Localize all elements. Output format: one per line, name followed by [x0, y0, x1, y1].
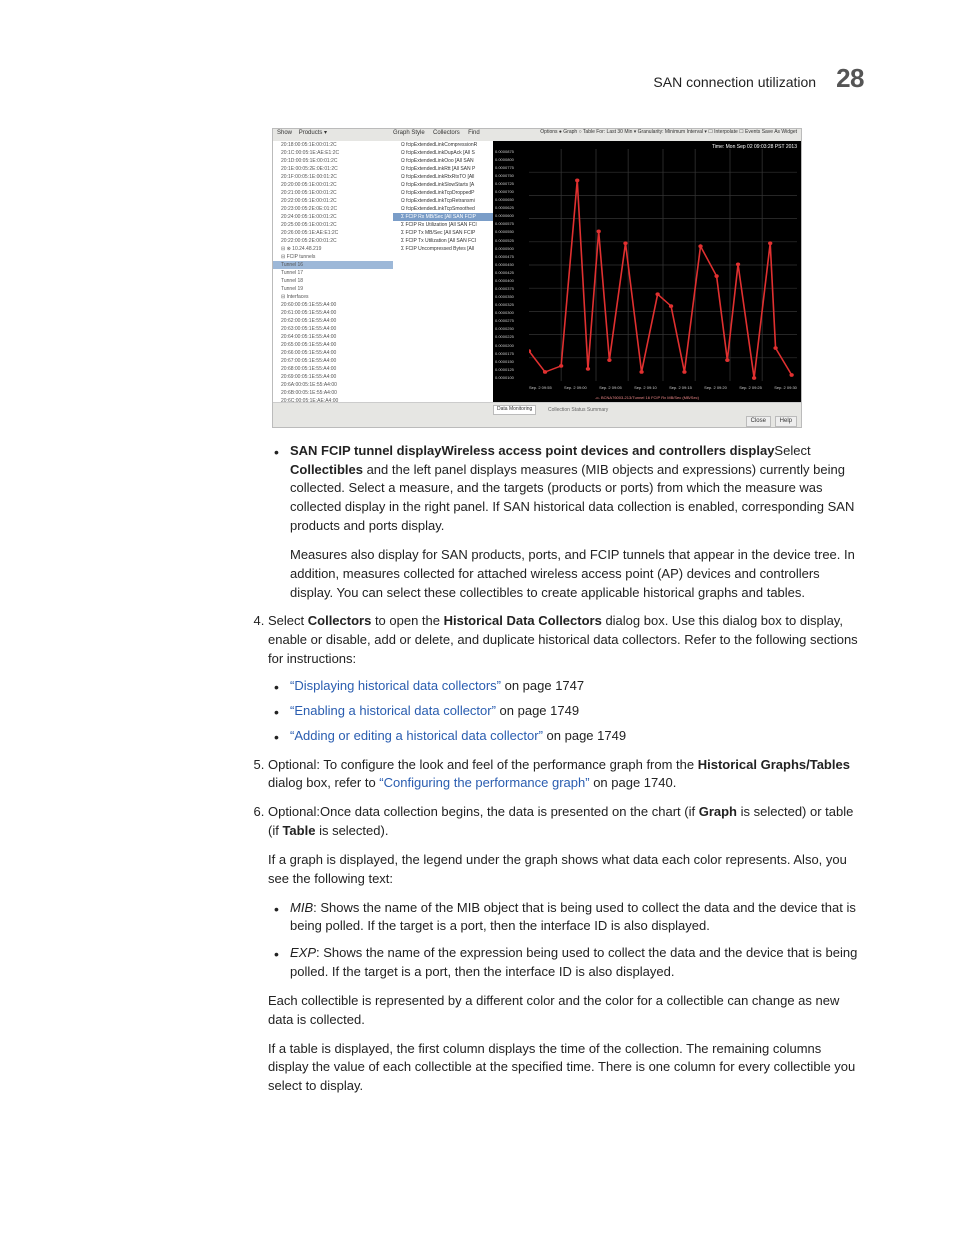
tree-item[interactable]: 20:60:00:05:1E:55:A4:00 — [273, 301, 393, 309]
collectible-item[interactable]: Ω fcipExtendedLinkOoo [All SAN — [393, 157, 493, 165]
tree-item[interactable]: ⊟ Interfaces — [273, 293, 393, 301]
step-5: Optional: To configure the look and feel… — [268, 756, 864, 794]
dashboard-screenshot: Show Products ▾ Graph Style Collectors F… — [272, 128, 802, 428]
help-button[interactable]: Help — [775, 416, 797, 427]
tree-item[interactable]: ⊟ FCIP tunnels — [273, 253, 393, 261]
tree-item[interactable]: 20:61:00:05:1E:55:A4:00 — [273, 309, 393, 317]
mib-note: MIB: Shows the name of the MIB object th… — [268, 899, 864, 937]
tree-item[interactable]: 20:68:00:05:1E:55:A4:00 — [273, 365, 393, 373]
tree-item[interactable]: 20:6B:00:05:1E:55:A4:00 — [273, 389, 393, 397]
tree-item[interactable]: 20:22:00:05:1E:00:01:2C — [273, 197, 393, 205]
graph-style-button[interactable]: Graph Style — [393, 130, 425, 136]
tab-collection-status[interactable]: Collection Status Summary — [545, 407, 611, 414]
tree-item[interactable]: 20:66:00:05:1E:55:A4:00 — [273, 349, 393, 357]
tree-item[interactable]: 20:63:00:05:1E:55:A4:00 — [273, 325, 393, 333]
tree-item[interactable]: 20:1D:00:05:1E:00:01:2C — [273, 157, 393, 165]
collectible-item[interactable]: Σ FCIP Rx Utilization [All SAN FCI — [393, 221, 493, 229]
tree-item[interactable]: Tunnel 17 — [273, 269, 393, 277]
tree-item[interactable]: 20:20:00:05:1E:00:01:2C — [273, 181, 393, 189]
collectible-item[interactable]: Ω fcipExtendedLinkRtt [All SAN P — [393, 165, 493, 173]
collectible-item[interactable]: Ω fcipExtendedLinkCompressionR — [393, 141, 493, 149]
tree-item[interactable]: 20:65:00:05:1E:55:A4:00 — [273, 341, 393, 349]
tree-item[interactable]: ⊟ ⊗ 10.24.48.219 — [273, 245, 393, 253]
collectible-item[interactable]: Σ FCIP Uncompressed Bytes [All — [393, 245, 493, 253]
link-adding: “Adding or editing a historical data col… — [268, 727, 864, 746]
tree-item[interactable]: 20:21:00:05:1E:00:01:2C — [273, 189, 393, 197]
tree-item[interactable]: 20:69:00:05:1E:55:A4:00 — [273, 373, 393, 381]
page-number: 28 — [836, 60, 864, 98]
page-header-title: SAN connection utilization — [653, 72, 816, 92]
table-note: If a table is displayed, the first colum… — [268, 1040, 864, 1097]
graph-legend-note: If a graph is displayed, the legend unde… — [268, 851, 864, 889]
tree-item[interactable]: Tunnel 18 — [273, 277, 393, 285]
tree-item[interactable]: 20:6A:00:05:1E:55:A4:00 — [273, 381, 393, 389]
tree-item[interactable]: Tunnel 19 — [273, 285, 393, 293]
tab-data-monitoring[interactable]: Data Monitoring — [493, 405, 536, 414]
show-label: Show — [277, 130, 292, 136]
display-types-bullet: SAN FCIP tunnel displayWireless access p… — [268, 442, 864, 603]
collectible-item[interactable]: Σ FCIP Tx Utilization [All SAN FCI — [393, 237, 493, 245]
collectible-item[interactable]: Ω fcipExtendedLinkTcpRetransmi — [393, 197, 493, 205]
performance-chart: Time: Mon Sep 02 09:03:28 PST 2013 0.000… — [493, 141, 801, 403]
measures-note: Measures also display for SAN products, … — [290, 546, 864, 603]
collectible-item[interactable]: Ω fcipExtendedLinkSlowStarts [A — [393, 181, 493, 189]
collectible-item[interactable]: Ω fcipExtendedLinkDupAck [All S — [393, 149, 493, 157]
tree-item[interactable]: 20:22:00:05:2E:00:01:2C — [273, 237, 393, 245]
chart-legend: -o- BCNA76003-213/Tunnel 16 FCIP Rx MB/S… — [595, 395, 699, 401]
tree-item[interactable]: 20:18:00:05:1E:00:01:2C — [273, 141, 393, 149]
tree-item[interactable]: 20:67:00:05:1E:55:A4:00 — [273, 357, 393, 365]
close-button[interactable]: Close — [746, 416, 771, 427]
tree-item[interactable]: 20:1C:00:05:1E:AE:E1:2C — [273, 149, 393, 157]
find-button[interactable]: Find — [468, 130, 480, 136]
products-dropdown[interactable]: Products — [299, 130, 323, 136]
tree-item[interactable]: 20:64:00:05:1E:55:A4:00 — [273, 333, 393, 341]
tree-item[interactable]: 20:23:00:05:2E:0E:01:2C — [273, 205, 393, 213]
tree-item[interactable]: 20:1F:00:05:1E:00:01:2C — [273, 173, 393, 181]
link-displaying: “Displaying historical data collectors” … — [268, 677, 864, 696]
tree-item[interactable]: Tunnel 16 — [273, 261, 393, 269]
collectibles-list[interactable]: Ω fcipExtendedLinkCompressionRΩ fcipExte… — [393, 141, 494, 403]
color-note: Each collectible is represented by a dif… — [268, 992, 864, 1030]
step-4: Select Collectors to open the Historical… — [268, 612, 864, 745]
tree-item[interactable]: 20:26:00:05:1E:AE:E1:2C — [273, 229, 393, 237]
collectible-item[interactable]: Σ FCIP Rx MB/Sec [All SAN FCIP — [393, 213, 493, 221]
step-6: Optional:Once data collection begins, th… — [268, 803, 864, 1096]
exp-note: EXP: Shows the name of the expression be… — [268, 944, 864, 982]
collectible-item[interactable]: Ω fcipExtendedLinkTcpSmoothed — [393, 205, 493, 213]
collectible-item[interactable]: Σ FCIP Tx MB/Sec [All SAN FCIP — [393, 229, 493, 237]
link-enabling: “Enabling a historical data collector” o… — [268, 702, 864, 721]
collectible-item[interactable]: Ω fcipExtendedLinkRtxRtxTO [All — [393, 173, 493, 181]
tree-item[interactable]: 20:62:00:05:1E:55:A4:00 — [273, 317, 393, 325]
collectible-item[interactable]: Ω fcipExtendedLinkTcpDroppedP — [393, 189, 493, 197]
tree-item[interactable]: 20:24:00:05:1E:00:01:2C — [273, 213, 393, 221]
device-tree[interactable]: 20:18:00:05:1E:00:01:2C20:1C:00:05:1E:AE… — [273, 141, 394, 403]
options-bar[interactable]: Options ● Graph ○ Table For: Last 30 Min… — [540, 129, 797, 136]
tree-item[interactable]: 20:25:00:05:1E:00:01:2C — [273, 221, 393, 229]
tree-item[interactable]: 20:1E:00:05:2E:0E:01:2C — [273, 165, 393, 173]
collectors-button[interactable]: Collectors — [433, 130, 460, 136]
